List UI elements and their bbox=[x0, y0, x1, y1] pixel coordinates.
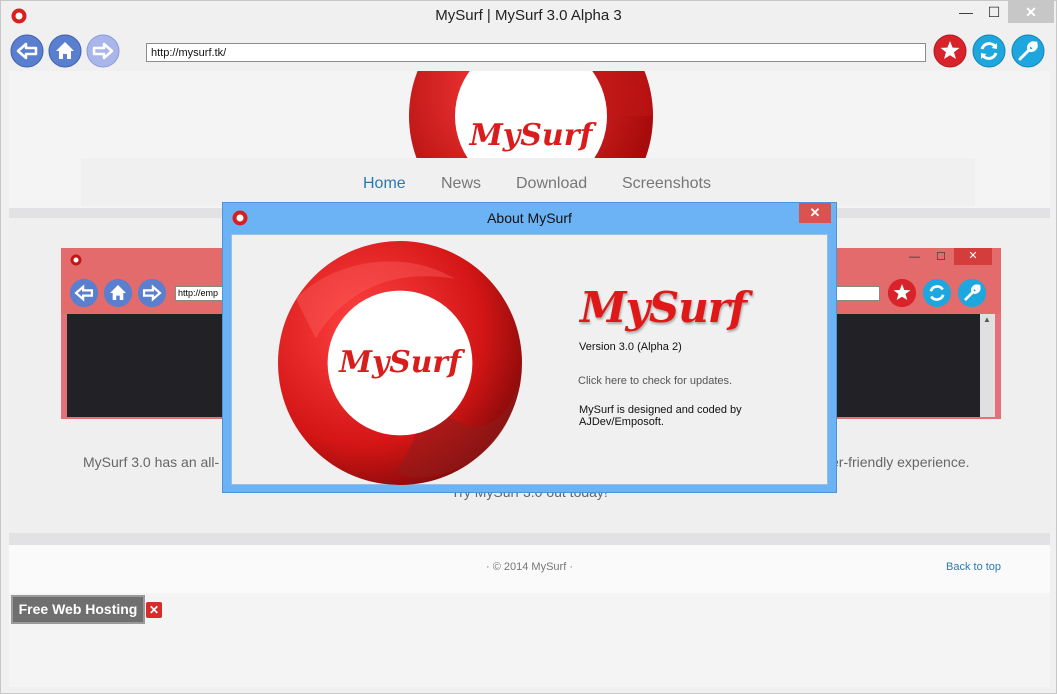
wrench-icon bbox=[1011, 34, 1045, 68]
screenshot-address-bar-end bbox=[836, 286, 880, 301]
screenshot-scroll-up-icon: ▲ bbox=[983, 315, 991, 324]
screenshot-home-icon bbox=[103, 278, 133, 308]
screenshot-forward-icon bbox=[137, 278, 167, 308]
screenshot-refresh-icon bbox=[922, 278, 952, 308]
home-button[interactable] bbox=[48, 34, 82, 68]
site-footer: · © 2014 MySurf · Back to top bbox=[9, 545, 1050, 593]
close-button[interactable]: ✕ bbox=[1008, 1, 1054, 23]
nav-news[interactable]: News bbox=[441, 175, 481, 193]
description-left: MySurf 3.0 has an all- bbox=[83, 454, 220, 470]
home-icon bbox=[48, 34, 82, 68]
screenshot-minimize-icon: — bbox=[909, 251, 920, 263]
nav-home[interactable]: Home bbox=[363, 175, 406, 193]
copyright-text: · © 2014 MySurf · bbox=[486, 561, 573, 573]
footer-divider bbox=[9, 533, 1050, 545]
screenshot-back-icon bbox=[69, 278, 99, 308]
site-navbar: Home News Download Screenshots bbox=[81, 158, 975, 206]
banner-close-icon[interactable]: ✕ bbox=[146, 602, 162, 618]
forward-arrow-icon bbox=[86, 34, 120, 68]
star-icon bbox=[933, 34, 967, 68]
screenshot-star-icon bbox=[887, 278, 917, 308]
maximize-button[interactable]: ☐ bbox=[979, 1, 1009, 23]
screenshot-maximize-icon: ☐ bbox=[936, 251, 946, 263]
screenshot-close-icon: ✕ bbox=[954, 248, 992, 265]
screenshot-app-icon bbox=[70, 254, 82, 266]
about-dialog: About MySurf ✕ MySurf MySurf Version 3.0… bbox=[222, 202, 837, 493]
address-bar[interactable] bbox=[146, 43, 926, 62]
back-arrow-icon bbox=[10, 34, 44, 68]
description-right: er-friendly experience. bbox=[831, 454, 970, 470]
window-title: MySurf | MySurf 3.0 Alpha 3 bbox=[435, 7, 622, 24]
title-bar: MySurf | MySurf 3.0 Alpha 3 — ☐ ✕ bbox=[1, 1, 1056, 31]
forward-button[interactable] bbox=[86, 34, 120, 68]
dialog-close-button[interactable]: ✕ bbox=[799, 203, 831, 223]
screenshot-wrench-icon bbox=[957, 278, 987, 308]
minimize-button[interactable]: — bbox=[951, 1, 981, 23]
browser-window: MySurf | MySurf 3.0 Alpha 3 — ☐ ✕ http:/… bbox=[0, 0, 1057, 694]
free-web-hosting-banner[interactable]: Free Web Hosting bbox=[11, 595, 145, 624]
check-updates-link[interactable]: Click here to check for updates. bbox=[578, 375, 732, 387]
dialog-brand-title: MySurf bbox=[580, 283, 747, 332]
dialog-logo-text: MySurf bbox=[338, 345, 466, 380]
version-label: Version 3.0 (Alpha 2) bbox=[579, 341, 682, 353]
credits-label: MySurf is designed and coded by AJDev/Em… bbox=[579, 404, 742, 428]
back-to-top-link[interactable]: Back to top bbox=[946, 561, 1001, 573]
screenshot-scrollbar: ▲ bbox=[980, 314, 995, 417]
favorites-button[interactable] bbox=[933, 34, 967, 68]
site-logo-text: MySurf bbox=[469, 118, 598, 153]
settings-button[interactable] bbox=[1011, 34, 1045, 68]
back-button[interactable] bbox=[10, 34, 44, 68]
browser-toolbar bbox=[1, 31, 1056, 71]
dialog-body: MySurf MySurf Version 3.0 (Alpha 2) Clic… bbox=[231, 234, 828, 486]
nav-download[interactable]: Download bbox=[516, 175, 587, 193]
refresh-icon bbox=[972, 34, 1006, 68]
dialog-logo: MySurf bbox=[277, 240, 523, 486]
refresh-button[interactable] bbox=[972, 34, 1006, 68]
dialog-title: About MySurf bbox=[487, 210, 572, 226]
nav-screenshots[interactable]: Screenshots bbox=[622, 175, 711, 193]
